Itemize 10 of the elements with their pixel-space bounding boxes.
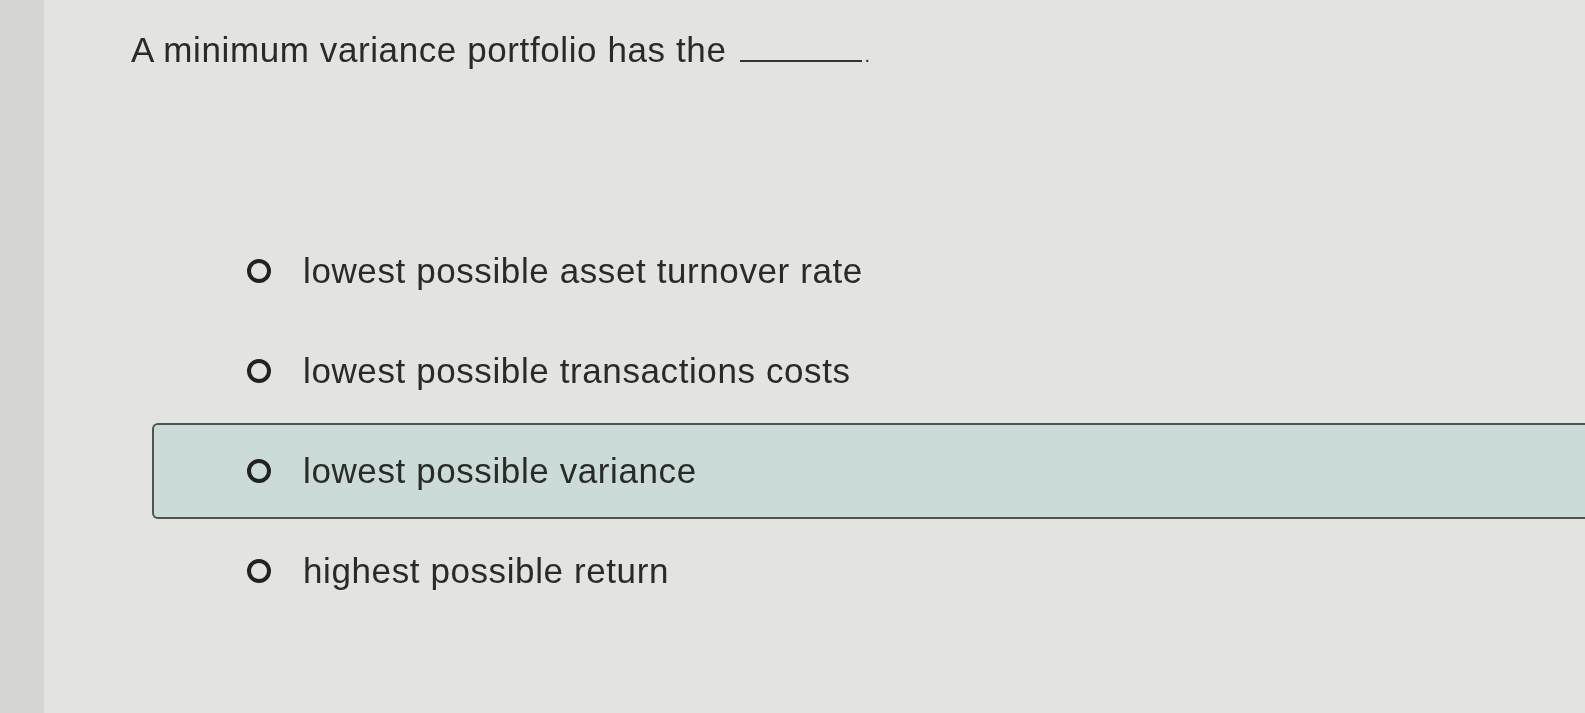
question-text: A minimum variance portfolio has the: [131, 30, 727, 70]
answer-option[interactable]: lowest possible asset turnover rate: [152, 223, 1585, 319]
answer-option[interactable]: highest possible return: [152, 523, 1585, 619]
radio-button[interactable]: [247, 459, 271, 483]
radio-button[interactable]: [247, 559, 271, 583]
answer-option[interactable]: lowest possible variance: [152, 423, 1585, 519]
question-period: .: [864, 43, 871, 67]
radio-button[interactable]: [247, 359, 271, 383]
answer-option[interactable]: lowest possible transactions costs: [152, 323, 1585, 419]
radio-button[interactable]: [247, 259, 271, 283]
